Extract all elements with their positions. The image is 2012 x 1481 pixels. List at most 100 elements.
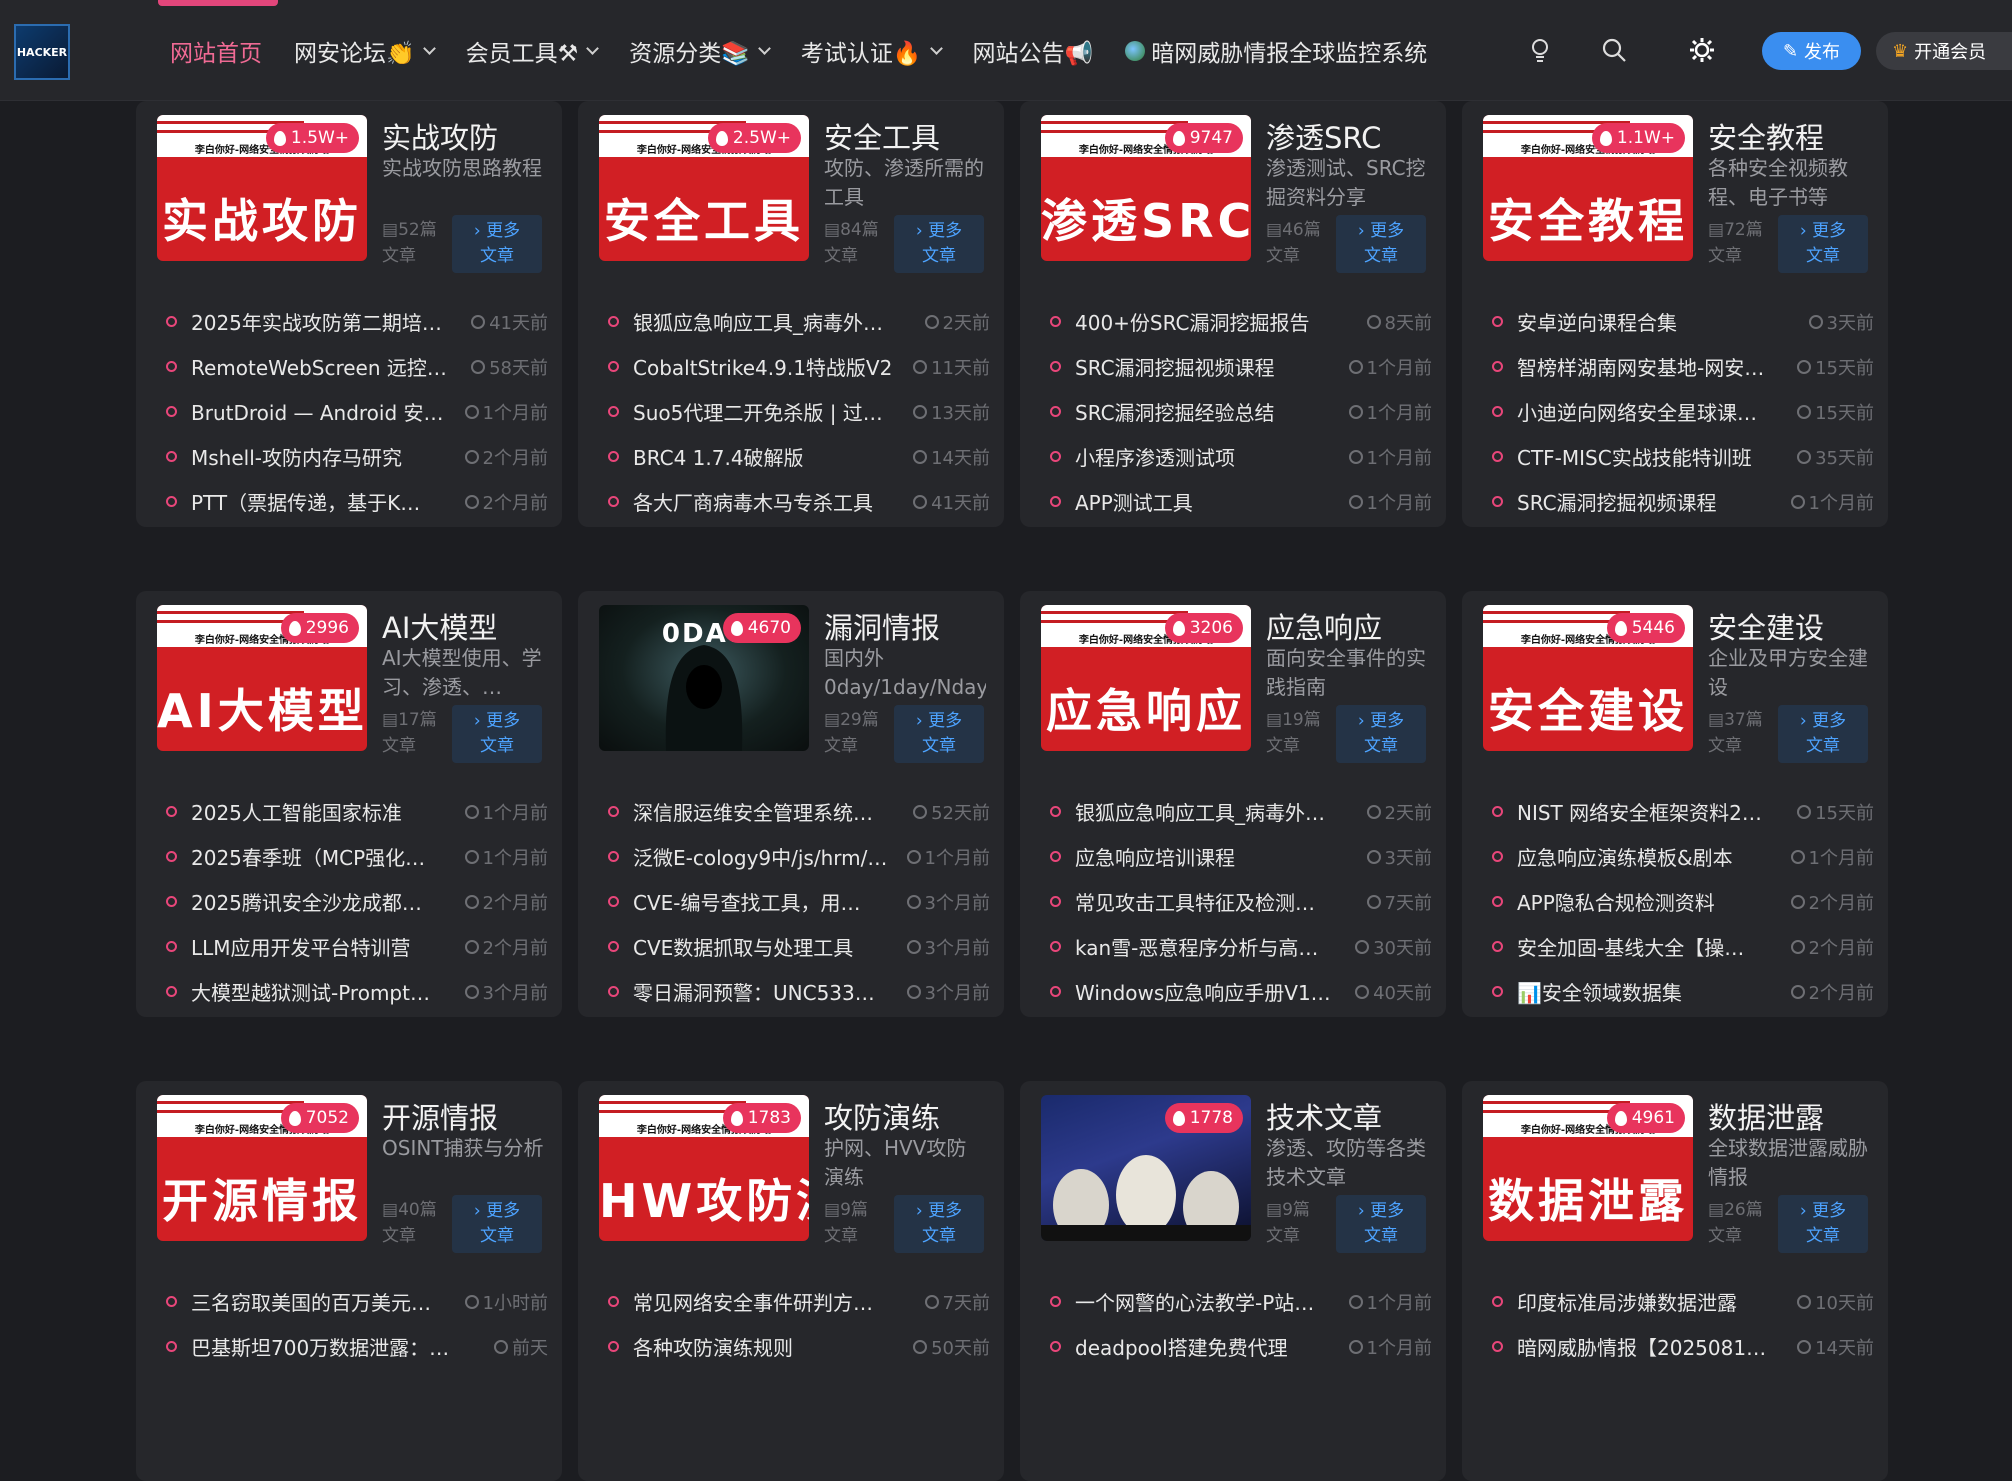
article-title[interactable]: 📊安全领域数据集: [1517, 977, 1781, 1006]
list-item[interactable]: 大模型越狱测试-Prompt… 3个月前: [166, 969, 548, 1014]
article-title[interactable]: 应急响应演练模板&剧本: [1517, 842, 1781, 871]
more-articles-button[interactable]: › 更多 文章: [894, 1195, 984, 1253]
list-item[interactable]: 印度标准局涉嫌数据泄露 10天前: [1492, 1279, 1874, 1324]
list-item[interactable]: CVE-编号查找工具，用… 3个月前: [608, 879, 990, 924]
nav-item-5[interactable]: 网站公告📢: [973, 34, 1094, 68]
list-item[interactable]: CobaltStrike4.9.1特战版V2 11天前: [608, 344, 990, 389]
article-title[interactable]: 印度标准局涉嫌数据泄露: [1517, 1287, 1787, 1316]
nav-item-1[interactable]: 网安论坛👏: [294, 34, 436, 68]
more-articles-button[interactable]: › 更多 文章: [452, 705, 542, 763]
article-title[interactable]: 深信服运维安全管理系统…: [633, 797, 903, 826]
article-title[interactable]: CTF-MISC实战技能特训班: [1517, 442, 1787, 471]
article-title[interactable]: CVE-编号查找工具，用…: [633, 887, 897, 916]
category-thumbnail[interactable]: 李白你好-网络安全情报攻防站 实战攻防 1.5W+: [157, 115, 367, 261]
category-thumbnail[interactable]: 0DAY 4670: [599, 605, 809, 751]
article-title[interactable]: 安全加固-基线大全【操…: [1517, 932, 1781, 961]
list-item[interactable]: 2025腾讯安全沙龙成都… 2个月前: [166, 879, 548, 924]
category-thumbnail[interactable]: 李白你好-网络安全情报攻防站 应急响应 3206: [1041, 605, 1251, 751]
category-thumbnail[interactable]: 李白你好-网络安全情报攻防站HW攻防演练1783: [599, 1095, 809, 1241]
site-logo[interactable]: HACKER: [14, 24, 70, 80]
article-title[interactable]: SRC漏洞挖掘经验总结: [1075, 397, 1339, 426]
article-title[interactable]: 安卓逆向课程合集: [1517, 307, 1799, 336]
article-title[interactable]: 银狐应急响应工具_病毒外…: [633, 307, 915, 336]
list-item[interactable]: 400+份SRC漏洞挖掘报告 8天前: [1050, 299, 1432, 344]
list-item[interactable]: 智榜样湖南网安基地-网安… 15天前: [1492, 344, 1874, 389]
article-title[interactable]: APP测试工具: [1075, 487, 1339, 516]
category-thumbnail[interactable]: 李白你好-网络安全情报攻防站 渗透SRC 9747: [1041, 115, 1251, 261]
article-title[interactable]: APP隐私合规检测资料: [1517, 887, 1781, 916]
list-item[interactable]: SRC漏洞挖掘视频课程 1个月前: [1492, 479, 1874, 524]
article-title[interactable]: 小程序渗透测试项: [1075, 442, 1339, 471]
article-title[interactable]: 常见攻击工具特征及检测…: [1075, 887, 1357, 916]
article-title[interactable]: kan雪-恶意程序分析与高…: [1075, 932, 1345, 961]
article-title[interactable]: CobaltStrike4.9.1特战版V2: [633, 352, 903, 381]
list-item[interactable]: SRC漏洞挖掘经验总结 1个月前: [1050, 389, 1432, 434]
list-item[interactable]: LLM应用开发平台特训营 2个月前: [166, 924, 548, 969]
category-thumbnail[interactable]: 1778: [1041, 1095, 1251, 1241]
article-title[interactable]: 应急响应培训课程: [1075, 842, 1357, 871]
category-title[interactable]: 安全建设: [1708, 605, 1824, 647]
article-title[interactable]: LLM应用开发平台特训营: [191, 932, 455, 961]
list-item[interactable]: NIST 网络安全框架资料2… 15天前: [1492, 789, 1874, 834]
list-item[interactable]: 📊安全领域数据集 2个月前: [1492, 969, 1874, 1014]
category-title[interactable]: 漏洞情报: [824, 605, 940, 647]
category-title[interactable]: 应急响应: [1266, 605, 1382, 647]
category-title[interactable]: 开源情报: [382, 1095, 498, 1137]
category-thumbnail[interactable]: 李白你好-网络安全情报攻防站 开源情报 7052: [157, 1095, 367, 1241]
article-title[interactable]: Mshell-攻防内存马研究: [191, 442, 455, 471]
nav-item-3[interactable]: 资源分类📚: [629, 34, 771, 68]
list-item[interactable]: 应急响应培训课程 3天前: [1050, 834, 1432, 879]
list-item[interactable]: 常见攻击工具特征及检测… 7天前: [1050, 879, 1432, 924]
article-title[interactable]: PTT（票据传递，基于K…: [191, 487, 455, 516]
category-thumbnail[interactable]: 李白你好-网络安全情报攻防站 安全建设 5446: [1483, 605, 1693, 751]
article-title[interactable]: 2025人工智能国家标准: [191, 797, 455, 826]
category-title[interactable]: 安全工具: [824, 115, 940, 157]
list-item[interactable]: 各大厂商病毒木马专杀工具 41天前: [608, 479, 990, 524]
article-title[interactable]: 大模型越狱测试-Prompt…: [191, 977, 455, 1006]
list-item[interactable]: 深信服运维安全管理系统… 52天前: [608, 789, 990, 834]
article-title[interactable]: 2025腾讯安全沙龙成都…: [191, 887, 455, 916]
more-articles-button[interactable]: › 更多 文章: [1336, 705, 1426, 763]
more-articles-button[interactable]: › 更多 文章: [1778, 1195, 1868, 1253]
list-item[interactable]: 银狐应急响应工具_病毒外… 2天前: [1050, 789, 1432, 834]
article-title[interactable]: NIST 网络安全框架资料2…: [1517, 797, 1787, 826]
article-title[interactable]: 400+份SRC漏洞挖掘报告: [1075, 307, 1357, 336]
category-title[interactable]: 渗透SRC: [1266, 115, 1381, 157]
category-title[interactable]: AI大模型: [382, 605, 497, 647]
list-item[interactable]: 小迪逆向网络安全星球课… 15天前: [1492, 389, 1874, 434]
list-item[interactable]: RemoteWebScreen 远控… 58天前: [166, 344, 548, 389]
list-item[interactable]: 常见网络安全事件研判方… 7天前: [608, 1279, 990, 1324]
list-item[interactable]: 三名窃取美国的百万美元… 1小时前: [166, 1279, 548, 1324]
category-title[interactable]: 攻防演练: [824, 1095, 940, 1137]
article-title[interactable]: SRC漏洞挖掘视频课程: [1075, 352, 1339, 381]
category-thumbnail[interactable]: 李白你好-网络安全情报攻防站 安全教程 1.1W+: [1483, 115, 1693, 261]
list-item[interactable]: CTF-MISC实战技能特训班 35天前: [1492, 434, 1874, 479]
search-icon[interactable]: [1600, 36, 1628, 64]
article-title[interactable]: SRC漏洞挖掘视频课程: [1517, 487, 1781, 516]
list-item[interactable]: BrutDroid — Android 安… 1个月前: [166, 389, 548, 434]
nav-item-6[interactable]: 暗网威胁情报全球监控系统: [1125, 34, 1427, 68]
article-title[interactable]: 一个网警的心法教学-P站…: [1075, 1287, 1339, 1316]
vip-button[interactable]: ♛ 开通会员: [1876, 32, 2012, 70]
more-articles-button[interactable]: › 更多 文章: [894, 215, 984, 273]
list-item[interactable]: 一个网警的心法教学-P站… 1个月前: [1050, 1279, 1432, 1324]
list-item[interactable]: APP测试工具 1个月前: [1050, 479, 1432, 524]
more-articles-button[interactable]: › 更多 文章: [452, 215, 542, 273]
more-articles-button[interactable]: › 更多 文章: [452, 1195, 542, 1253]
list-item[interactable]: Mshell-攻防内存马研究 2个月前: [166, 434, 548, 479]
list-item[interactable]: CVE数据抓取与处理工具 3个月前: [608, 924, 990, 969]
article-title[interactable]: 三名窃取美国的百万美元…: [191, 1287, 455, 1316]
article-title[interactable]: 泛微E-cology9中/js/hrm/…: [633, 842, 897, 871]
article-title[interactable]: Suo5代理二开免杀版 | 过…: [633, 397, 903, 426]
list-item[interactable]: 小程序渗透测试项 1个月前: [1050, 434, 1432, 479]
article-title[interactable]: 各大厂商病毒木马专杀工具: [633, 487, 903, 516]
more-articles-button[interactable]: › 更多 文章: [1336, 1195, 1426, 1253]
category-title[interactable]: 数据泄露: [1708, 1095, 1824, 1137]
nav-item-0[interactable]: 网站首页: [170, 34, 262, 68]
article-title[interactable]: Windows应急响应手册V1…: [1075, 977, 1345, 1006]
list-item[interactable]: 安全加固-基线大全【操… 2个月前: [1492, 924, 1874, 969]
list-item[interactable]: 泛微E-cology9中/js/hrm/… 1个月前: [608, 834, 990, 879]
theme-toggle-icon[interactable]: [1688, 36, 1716, 64]
article-title[interactable]: BRC4 1.7.4破解版: [633, 442, 903, 471]
article-title[interactable]: RemoteWebScreen 远控…: [191, 352, 461, 381]
